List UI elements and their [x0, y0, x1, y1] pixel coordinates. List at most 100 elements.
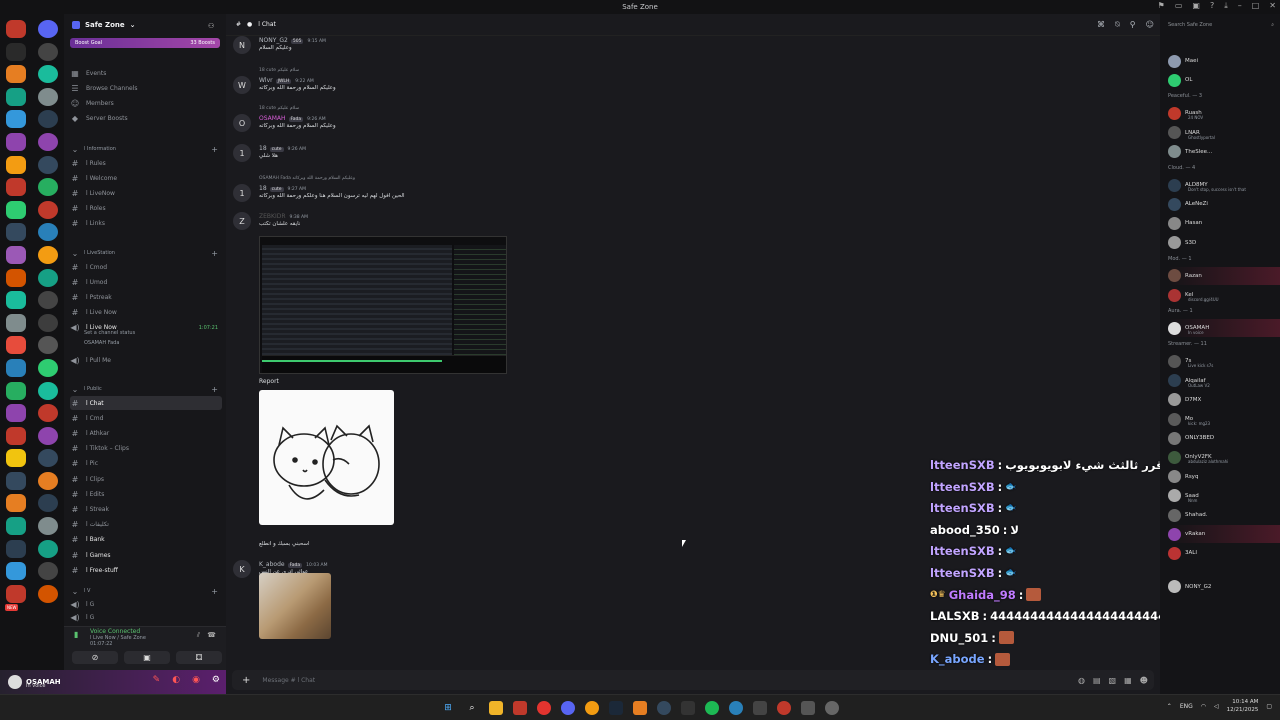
server-icon[interactable] — [38, 517, 58, 536]
author-name[interactable]: ZEBKIDR — [259, 213, 286, 220]
server-icon[interactable] — [38, 245, 58, 264]
server-icon[interactable] — [6, 562, 26, 581]
server-icon[interactable] — [6, 132, 26, 151]
reply-preview[interactable]: OSAMAH Fada وعليكم السلام ورحمة الله وبر… — [259, 176, 355, 181]
nav-browse-channels[interactable]: ☰ Browse Channels — [70, 81, 222, 95]
server-icon[interactable] — [6, 584, 26, 603]
screen-icon[interactable]: ▭ — [1175, 1, 1183, 11]
server-icon[interactable] — [38, 42, 58, 61]
server-icon[interactable] — [6, 223, 26, 242]
discord-icon[interactable] — [561, 700, 575, 715]
maximize-icon[interactable]: □ — [1252, 1, 1260, 11]
channel-item[interactable]: # l Welcome — [70, 171, 222, 185]
member-item[interactable]: ALeNeZi — [1168, 195, 1280, 213]
member-item[interactable]: Hasan — [1168, 214, 1280, 232]
camera-off-button[interactable]: ⊘ — [72, 651, 118, 664]
server-icon[interactable] — [38, 110, 58, 129]
channel-item[interactable]: # l Links — [70, 217, 222, 231]
channel-item[interactable]: ◀) l G — [70, 610, 222, 624]
server-icon[interactable] — [6, 358, 26, 377]
server-icon[interactable] — [38, 404, 58, 423]
server-icon[interactable] — [6, 449, 26, 468]
camera-icon[interactable]: ◉ — [192, 675, 200, 685]
category-v[interactable]: ⌄ l V + — [70, 584, 222, 598]
gear-icon[interactable]: ⚙ — [212, 675, 220, 685]
nav-members[interactable]: ☺ Members — [70, 96, 222, 110]
server-icon[interactable] — [6, 155, 26, 174]
pinned-icon[interactable]: ⚲ — [1130, 20, 1136, 30]
avatar[interactable]: O — [233, 114, 251, 132]
server-icon[interactable] — [38, 584, 58, 603]
avatar[interactable] — [8, 675, 22, 689]
search-input[interactable]: Search Safe Zone — [1168, 22, 1212, 28]
member-item[interactable]: 7s Live kick s7s — [1168, 352, 1280, 370]
reply-preview[interactable]: 18 cute سلام عليكم — [259, 68, 299, 73]
member-item[interactable]: Saad Nnm — [1168, 487, 1280, 505]
member-item[interactable]: OL — [1168, 71, 1280, 89]
category-livestation[interactable]: ⌄ l LiveStation + — [70, 246, 222, 260]
server-icon[interactable] — [6, 245, 26, 264]
mute-icon[interactable]: ✎ — [153, 675, 161, 685]
plus-icon[interactable]: + — [242, 675, 250, 686]
member-item[interactable]: 3ALI — [1168, 544, 1280, 562]
member-item[interactable]: vRakan — [1168, 525, 1280, 544]
channel-item[interactable]: # l Rules — [70, 156, 222, 170]
member-item[interactable]: LNAR Ghostlyportal — [1168, 124, 1280, 142]
channel-item[interactable]: # l Streak — [70, 502, 222, 516]
threads-icon[interactable]: ⌘ — [1097, 20, 1105, 30]
member-item[interactable]: NONY_G2 — [1168, 578, 1280, 596]
server-icon[interactable] — [38, 494, 58, 513]
server-icon[interactable] — [6, 426, 26, 445]
channel-item[interactable]: # l Edits — [70, 487, 222, 501]
channel-item[interactable]: # l Athkar — [70, 426, 222, 440]
member-list-icon[interactable]: ☺ — [1146, 20, 1154, 30]
member-item[interactable]: TheSlee... — [1168, 143, 1280, 161]
guild-header[interactable]: Safe Zone ⌄ ⚇ — [64, 14, 226, 36]
app-icon[interactable] — [633, 700, 647, 715]
channel-item[interactable]: # l Tiktok – Clips — [70, 442, 222, 456]
app-icon[interactable] — [753, 700, 767, 715]
app-icon[interactable] — [513, 700, 527, 715]
server-icon[interactable] — [6, 200, 26, 219]
channel-item[interactable]: # l Bank — [70, 533, 222, 547]
member-item[interactable]: Rsyq — [1168, 468, 1280, 486]
lang-indicator[interactable]: ENG — [1180, 703, 1193, 710]
plus-icon[interactable]: + — [211, 385, 218, 394]
deafen-icon[interactable]: ◐ — [172, 675, 180, 685]
channel-item[interactable]: # l Pstreak — [70, 290, 222, 304]
inbox-icon[interactable]: ▣ — [1192, 1, 1200, 11]
server-icon[interactable] — [38, 223, 58, 242]
invite-icon[interactable]: ⚇ — [208, 22, 214, 30]
server-icon[interactable] — [6, 494, 26, 513]
app-icon[interactable] — [801, 700, 815, 715]
file-explorer-icon[interactable] — [489, 700, 503, 715]
voice-channel-pull-me[interactable]: ◀) l Pull Me — [70, 354, 222, 368]
channel-item[interactable]: # l Games — [70, 548, 222, 562]
member-item[interactable]: Mo kick: mg23 — [1168, 410, 1280, 428]
server-icon[interactable] — [38, 65, 58, 84]
server-icon[interactable] — [38, 562, 58, 581]
server-icon[interactable] — [38, 20, 58, 38]
server-icon[interactable] — [6, 404, 26, 423]
member-item[interactable]: Ruash 24 NOV — [1168, 104, 1280, 122]
channel-item[interactable]: # l Free-stuff — [70, 563, 222, 577]
avatar[interactable]: W — [233, 76, 251, 94]
emoji-icon[interactable]: ☻ — [1140, 676, 1148, 685]
server-icon[interactable] — [6, 471, 26, 490]
member-item[interactable]: Maei — [1168, 52, 1280, 70]
server-icon[interactable] — [6, 65, 26, 84]
avatar[interactable]: Z — [233, 212, 251, 230]
member-item[interactable]: S3D — [1168, 234, 1280, 252]
channel-item[interactable]: # l Live Now — [70, 306, 222, 320]
nav-server-boosts[interactable]: ◆ Server Boosts — [70, 112, 222, 126]
apps-icon[interactable]: ▦ — [1124, 676, 1132, 685]
avatar[interactable]: 1 — [233, 144, 251, 162]
member-item[interactable]: Alqailaf OutLaw V2 — [1168, 372, 1280, 390]
noise-suppression-icon[interactable]: ⫽ — [197, 631, 200, 640]
server-icon[interactable] — [6, 20, 26, 38]
server-icon[interactable] — [6, 42, 26, 61]
server-icon[interactable] — [6, 517, 26, 536]
help-icon[interactable]: ? — [1210, 1, 1214, 11]
author-name[interactable]: 18 — [259, 145, 267, 152]
minimize-icon[interactable]: – — [1238, 1, 1242, 11]
